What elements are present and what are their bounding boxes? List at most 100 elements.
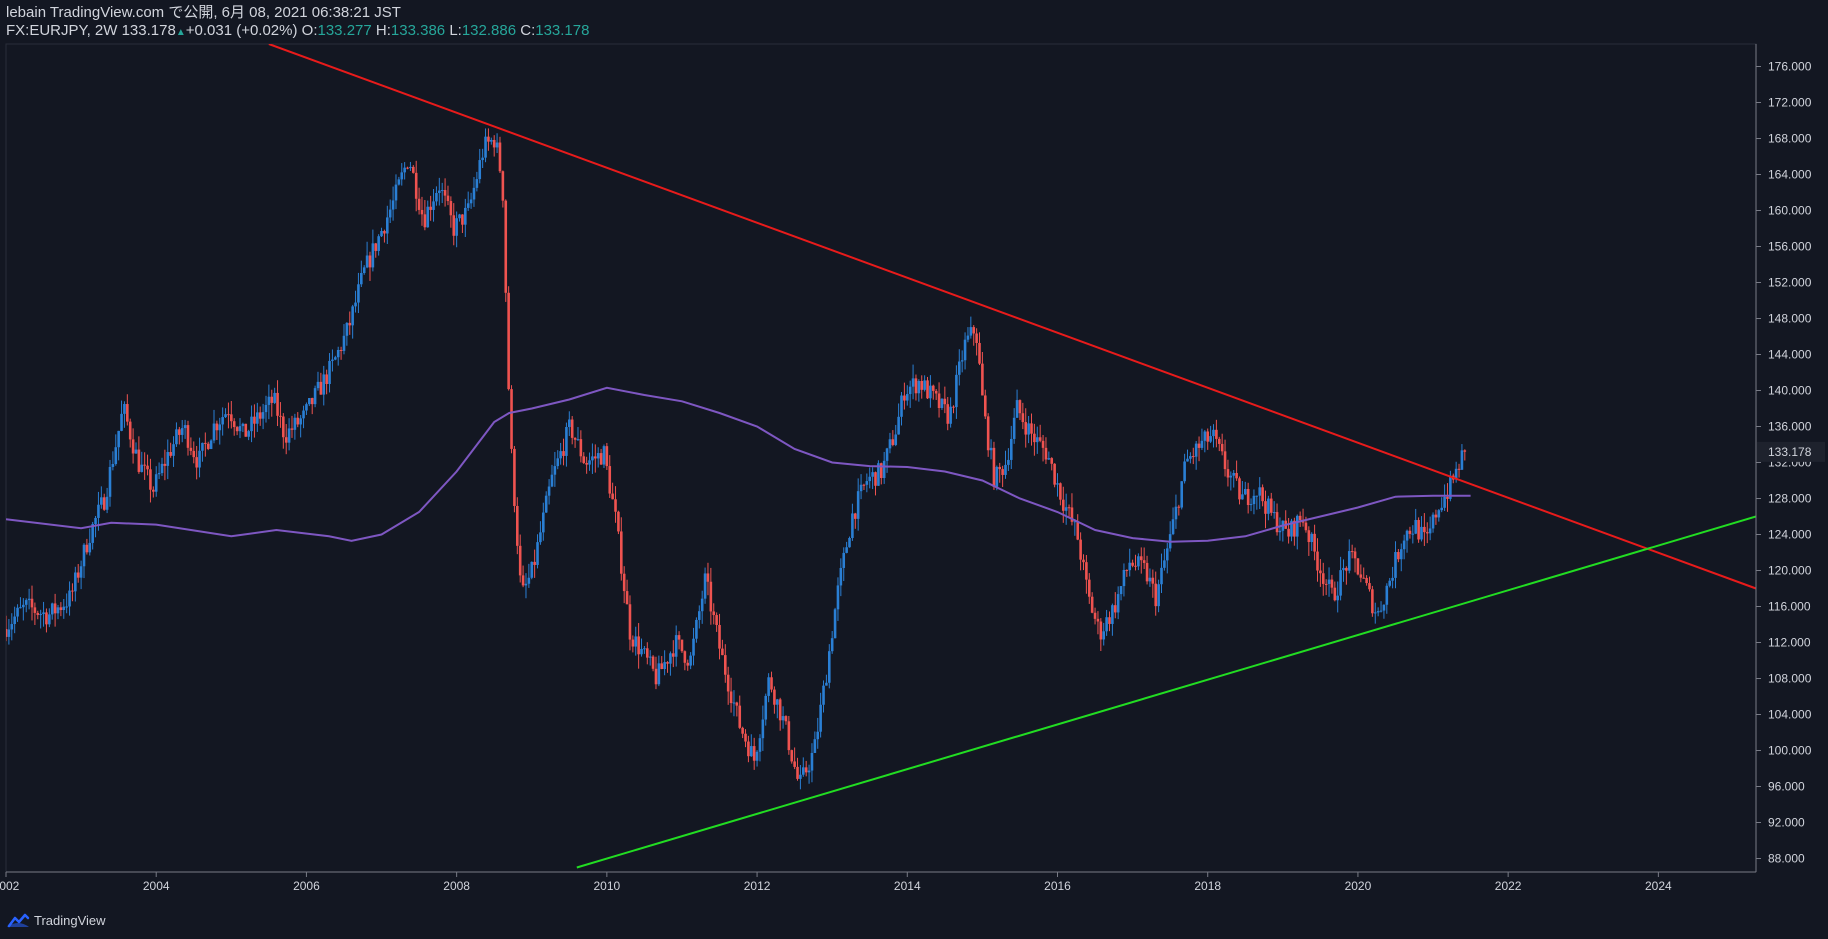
candle-body-475[interactable]: [1376, 611, 1380, 613]
candle-body-0[interactable]: [5, 629, 8, 637]
candle-body-375[interactable]: [1087, 579, 1091, 597]
candle-body-82[interactable]: [241, 423, 245, 427]
candle-body-93[interactable]: [273, 392, 276, 403]
candle-body-248[interactable]: [721, 648, 724, 656]
candle-body-281[interactable]: [816, 731, 820, 740]
candle-body-16[interactable]: [50, 603, 54, 615]
candle-body-228[interactable]: [663, 662, 666, 669]
candle-body-226[interactable]: [657, 663, 661, 685]
candle-body-108[interactable]: [316, 381, 320, 389]
candle-body-149[interactable]: [435, 192, 438, 202]
candle-body-264[interactable]: [767, 677, 770, 696]
candle-body-313[interactable]: [908, 386, 912, 395]
candle-body-79[interactable]: [232, 421, 236, 428]
candle-body-45[interactable]: [134, 449, 138, 454]
time-axis[interactable]: 2002 2004 2006 2008 2010 2012 2014 2016 2018 2020…: [0, 872, 1672, 893]
candle-body-217[interactable]: [631, 639, 635, 647]
candle-body-117[interactable]: [342, 335, 346, 351]
candle-body-407[interactable]: [1180, 481, 1184, 508]
candle-body-504[interactable]: [1460, 450, 1464, 470]
candle-body-113[interactable]: [331, 359, 334, 361]
candle-body-333[interactable]: [966, 335, 970, 340]
candle-body-26[interactable]: [79, 566, 83, 578]
candle-body-203[interactable]: [591, 456, 594, 461]
candle-body-481[interactable]: [1394, 552, 1397, 578]
candle-body-127[interactable]: [371, 243, 375, 268]
candle-body-468[interactable]: [1356, 558, 1360, 575]
candle-body-359[interactable]: [1041, 440, 1045, 448]
candle-body-419[interactable]: [1215, 429, 1218, 439]
candle-body-253[interactable]: [735, 702, 739, 706]
candle-body-12[interactable]: [39, 614, 42, 616]
candle-body-156[interactable]: [455, 218, 458, 236]
candle-body-99[interactable]: [290, 428, 294, 430]
candle-body-454[interactable]: [1316, 551, 1319, 571]
candle-body-215[interactable]: [625, 591, 629, 605]
candle-body-390[interactable]: [1131, 562, 1134, 566]
candle-body-332[interactable]: [963, 339, 967, 361]
candle-body-488[interactable]: [1414, 520, 1418, 534]
candle-body-408[interactable]: [1183, 461, 1186, 482]
candle-body-71[interactable]: [209, 440, 213, 449]
candle-body-425[interactable]: [1232, 473, 1236, 476]
candle-body-61[interactable]: [180, 428, 184, 435]
candle-body-495[interactable]: [1434, 514, 1438, 518]
candle-body-51[interactable]: [152, 489, 155, 492]
candle-body-440[interactable]: [1275, 512, 1279, 533]
candle-body-15[interactable]: [48, 614, 51, 625]
candle-body-64[interactable]: [189, 447, 193, 451]
candle-body-116[interactable]: [339, 349, 343, 351]
candle-body-85[interactable]: [250, 416, 253, 432]
candle-body-163[interactable]: [475, 179, 479, 188]
candle-body-343[interactable]: [995, 466, 999, 487]
resistance-trendline[interactable]: [268, 44, 1756, 590]
candle-body-366[interactable]: [1061, 499, 1065, 511]
candle-body-272[interactable]: [790, 750, 794, 762]
candle-body-456[interactable]: [1321, 573, 1325, 584]
candle-body-315[interactable]: [914, 378, 918, 394]
candle-body-178[interactable]: [518, 545, 522, 576]
candle-body-256[interactable]: [744, 733, 747, 742]
candle-body-307[interactable]: [891, 439, 895, 445]
candle-body-185[interactable]: [539, 532, 542, 543]
candle-body-405[interactable]: [1174, 506, 1178, 520]
candle-body-183[interactable]: [533, 561, 536, 565]
candle-body-265[interactable]: [770, 677, 773, 690]
candle-body-214[interactable]: [622, 573, 626, 592]
candle-body-147[interactable]: [429, 206, 432, 210]
candle-body-138[interactable]: [403, 167, 406, 173]
candle-body-5[interactable]: [19, 607, 22, 609]
candle-body-492[interactable]: [1425, 532, 1429, 534]
candle-body-487[interactable]: [1411, 533, 1415, 535]
candle-body-47[interactable]: [140, 464, 144, 472]
candle-body-398[interactable]: [1154, 583, 1158, 607]
candle-body-142[interactable]: [414, 172, 418, 199]
candle-body-450[interactable]: [1304, 522, 1308, 531]
candle-body-212[interactable]: [617, 511, 620, 532]
candle-body-304[interactable]: [882, 460, 886, 478]
candle-body-400[interactable]: [1160, 567, 1163, 585]
candle-body-388[interactable]: [1125, 569, 1129, 571]
candle-body-139[interactable]: [406, 167, 409, 169]
candle-body-387[interactable]: [1122, 569, 1126, 587]
candle-body-435[interactable]: [1261, 487, 1264, 502]
candle-body-90[interactable]: [264, 404, 268, 413]
candle-body-363[interactable]: [1053, 463, 1056, 485]
candle-body-364[interactable]: [1056, 483, 1059, 485]
candle-body-145[interactable]: [423, 214, 427, 228]
candle-body-427[interactable]: [1238, 478, 1241, 500]
candle-body-338[interactable]: [981, 363, 984, 396]
candle-body-49[interactable]: [146, 465, 149, 470]
candle-body-371[interactable]: [1076, 521, 1080, 540]
candle-body-282[interactable]: [819, 704, 822, 732]
candle-body-461[interactable]: [1336, 595, 1340, 601]
candle-body-160[interactable]: [466, 203, 470, 208]
candle-body-334[interactable]: [969, 327, 973, 336]
candle-body-250[interactable]: [726, 674, 730, 692]
candle-body-399[interactable]: [1157, 584, 1160, 607]
candle-body-100[interactable]: [293, 417, 297, 430]
candle-body-314[interactable]: [911, 378, 915, 387]
candle-body-36[interactable]: [108, 466, 112, 497]
candle-body-200[interactable]: [582, 456, 586, 463]
candles-layer[interactable]: [5, 128, 1467, 790]
